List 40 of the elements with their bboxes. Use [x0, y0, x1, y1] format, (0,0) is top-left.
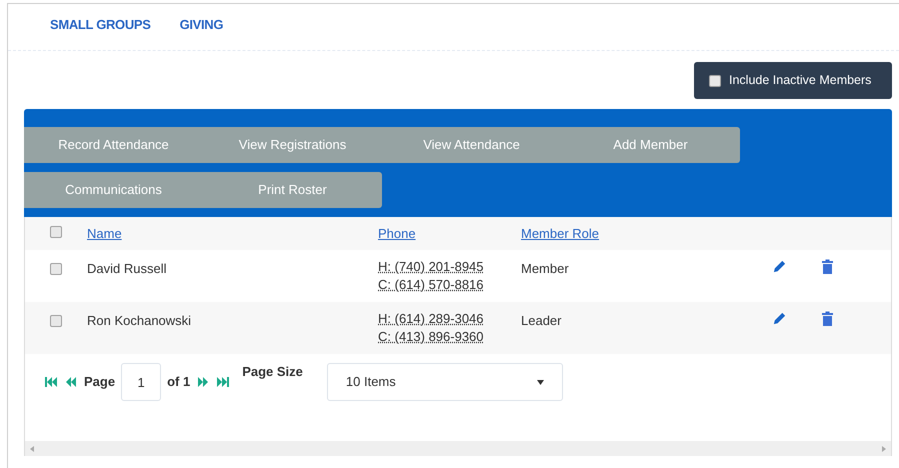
action-button[interactable]: View Registrations — [203, 127, 382, 163]
page-field[interactable]: 1 — [121, 363, 162, 401]
checkbox[interactable] — [709, 74, 721, 86]
edit-icon[interactable] — [772, 259, 787, 274]
page-label: Page — [84, 373, 116, 392]
page-size-select[interactable]: 10 Items — [326, 363, 563, 401]
edit-icon[interactable] — [772, 311, 787, 326]
member-role: Leader — [521, 312, 562, 330]
first-page-icon[interactable] — [44, 376, 58, 388]
checkbox[interactable] — [50, 315, 62, 327]
column-header[interactable]: Name — [87, 224, 378, 244]
dropdown-caret-icon — [536, 380, 544, 384]
delete-icon[interactable] — [821, 259, 834, 274]
page-count: of 1 — [167, 373, 190, 392]
horizontal-scrollbar[interactable] — [25, 441, 891, 456]
action-button[interactable]: View Attendance — [382, 127, 561, 163]
action-button[interactable]: Communications — [24, 172, 203, 208]
phone-number: C: (614) 570-8816 — [378, 276, 485, 294]
column-header[interactable]: Member Role — [521, 224, 600, 244]
checkbox[interactable] — [50, 263, 62, 275]
action-button[interactable]: Record Attendance — [24, 127, 203, 163]
last-page-icon[interactable] — [216, 376, 230, 388]
page-size-label: Page Size — [242, 363, 303, 381]
phone-number: C: (413) 896-9360 — [378, 328, 485, 346]
member-role: Member — [521, 260, 570, 278]
action-button[interactable]: Add Member — [561, 127, 740, 163]
scroll-left-icon[interactable] — [30, 446, 34, 452]
column-header[interactable]: Phone — [378, 224, 521, 244]
member-name: Ron Kochanowski — [87, 312, 192, 330]
next-page-icon[interactable] — [196, 376, 210, 388]
action-button[interactable]: Print Roster — [203, 172, 382, 208]
scroll-right-icon[interactable] — [882, 446, 886, 452]
phone-number: H: (614) 289-3046 — [378, 310, 485, 328]
delete-icon[interactable] — [821, 311, 834, 326]
previous-page-icon[interactable] — [64, 376, 78, 388]
checkbox[interactable] — [50, 226, 62, 238]
nav-link[interactable]: GIVING — [180, 15, 224, 50]
nav-link[interactable]: SMALL GROUPS — [50, 15, 151, 50]
member-name: David Russell — [87, 260, 168, 278]
phone-number: H: (740) 201-8945 — [378, 258, 485, 276]
